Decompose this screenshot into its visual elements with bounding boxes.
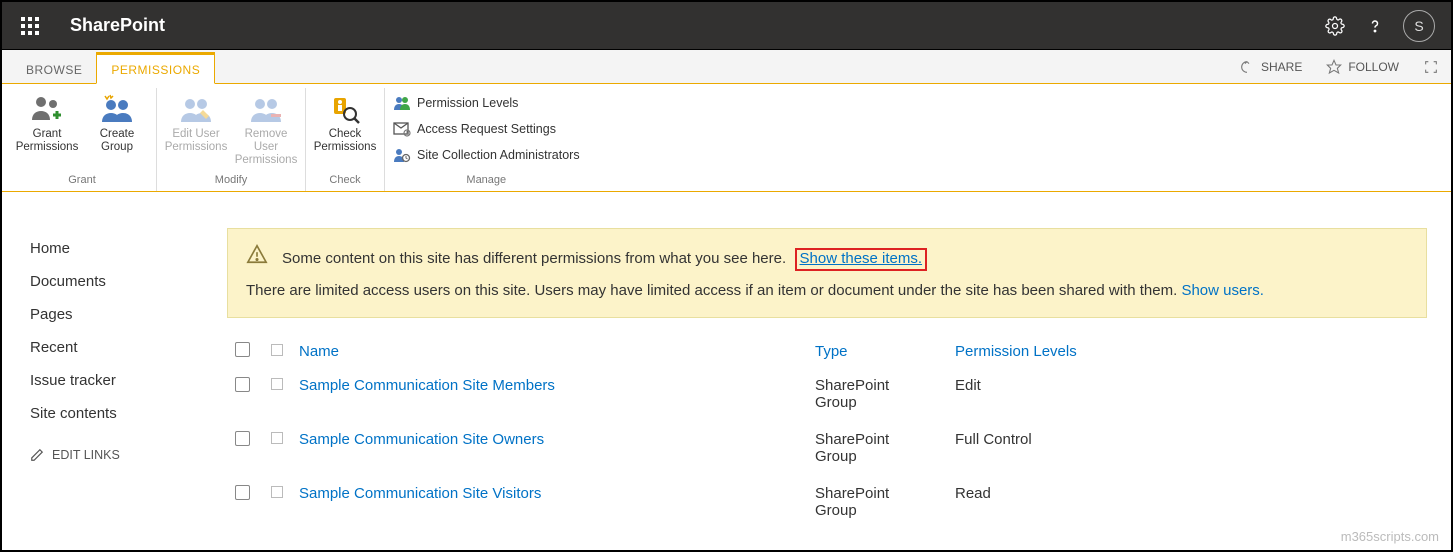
permissions-table: Name Type Permission Levels Sample Commu… xyxy=(227,336,1427,529)
alert-line1-text: Some content on this site has different … xyxy=(282,250,786,267)
table-row: Sample Communication Site Visitors Share… xyxy=(227,475,1427,529)
create-group-label: Create Group xyxy=(100,128,135,154)
edit-links-button[interactable]: EDIT LINKS xyxy=(30,430,207,462)
type-icon-header xyxy=(271,344,283,356)
group-link[interactable]: Sample Communication Site Visitors xyxy=(299,485,541,502)
group-permission: Full Control xyxy=(947,421,1427,475)
share-button[interactable]: SHARE xyxy=(1227,50,1314,83)
follow-button[interactable]: FOLLOW xyxy=(1314,50,1411,83)
nav-home[interactable]: Home xyxy=(30,232,207,265)
grant-permissions-label: Grant Permissions xyxy=(16,128,79,154)
edit-user-icon xyxy=(179,92,213,126)
ribbon-group-grant-label: Grant xyxy=(16,172,148,189)
content-area: Home Documents Pages Recent Issue tracke… xyxy=(2,192,1451,529)
table-row: Sample Communication Site Members ShareP… xyxy=(227,367,1427,421)
access-request-label: Access Request Settings xyxy=(417,122,556,136)
alert-line2-text: There are limited access users on this s… xyxy=(246,282,1177,299)
alert-box: Some content on this site has different … xyxy=(227,228,1427,318)
edit-user-permissions-button[interactable]: Edit User Permissions xyxy=(165,90,227,154)
group-link[interactable]: Sample Communication Site Owners xyxy=(299,431,544,448)
group-permission: Read xyxy=(947,475,1427,529)
site-collection-admins-icon xyxy=(393,146,411,164)
nav-documents[interactable]: Documents xyxy=(30,265,207,298)
grant-permissions-icon xyxy=(30,92,64,126)
avatar-initial: S xyxy=(1414,18,1423,34)
user-avatar[interactable]: S xyxy=(1403,10,1435,42)
pencil-icon xyxy=(30,448,44,462)
check-permissions-button[interactable]: Check Permissions xyxy=(314,90,376,154)
ribbon-group-modify-label: Modify xyxy=(165,172,297,189)
group-icon xyxy=(271,378,283,390)
follow-label: FOLLOW xyxy=(1348,60,1399,74)
row-checkbox[interactable] xyxy=(235,431,250,446)
nav-pages[interactable]: Pages xyxy=(30,298,207,331)
ribbon-group-manage: Permission Levels Access Request Setting… xyxy=(385,88,588,191)
nav-site-contents[interactable]: Site contents xyxy=(30,397,207,430)
left-nav: Home Documents Pages Recent Issue tracke… xyxy=(2,204,227,529)
share-label: SHARE xyxy=(1261,60,1302,74)
remove-user-label: Remove User Permissions xyxy=(235,128,298,168)
permission-levels-label: Permission Levels xyxy=(417,96,518,110)
col-permission-levels[interactable]: Permission Levels xyxy=(947,336,1427,367)
suite-bar: SharePoint S xyxy=(2,2,1451,50)
watermark: m365scripts.com xyxy=(1341,529,1439,544)
nav-recent[interactable]: Recent xyxy=(30,331,207,364)
ribbon-group-check: Check Permissions Check xyxy=(306,88,385,191)
grant-permissions-button[interactable]: Grant Permissions xyxy=(16,90,78,154)
share-icon xyxy=(1239,59,1255,75)
group-type: SharePointGroup xyxy=(807,367,947,421)
site-collection-admins-button[interactable]: Site Collection Administrators xyxy=(393,144,580,166)
ribbon-group-check-label: Check xyxy=(314,172,376,189)
row-checkbox[interactable] xyxy=(235,377,250,392)
access-request-button[interactable]: Access Request Settings xyxy=(393,118,556,140)
tab-browse[interactable]: BROWSE xyxy=(12,55,96,83)
help-icon[interactable] xyxy=(1355,6,1395,46)
group-icon xyxy=(271,432,283,444)
group-type: SharePointGroup xyxy=(807,421,947,475)
col-type[interactable]: Type xyxy=(807,336,947,367)
permission-levels-button[interactable]: Permission Levels xyxy=(393,92,518,114)
edit-user-label: Edit User Permissions xyxy=(165,128,228,154)
show-users-link[interactable]: Show users. xyxy=(1181,282,1264,299)
site-collection-admins-label: Site Collection Administrators xyxy=(417,148,580,162)
show-items-link[interactable]: Show these items. xyxy=(795,248,928,271)
settings-icon[interactable] xyxy=(1315,6,1355,46)
star-icon xyxy=(1326,59,1342,75)
row-checkbox[interactable] xyxy=(235,485,250,500)
group-type: SharePointGroup xyxy=(807,475,947,529)
app-title: SharePoint xyxy=(70,15,165,36)
ribbon-group-grant: Grant Permissions Create Group Grant xyxy=(8,88,157,191)
ribbon: Grant Permissions Create Group Grant Edi… xyxy=(2,84,1451,192)
check-permissions-icon xyxy=(328,92,362,126)
focus-button[interactable] xyxy=(1411,50,1451,83)
create-group-button[interactable]: Create Group xyxy=(86,90,148,154)
remove-user-icon xyxy=(249,92,283,126)
tab-row: BROWSE PERMISSIONS SHARE FOLLOW xyxy=(2,50,1451,84)
app-launcher-icon[interactable] xyxy=(10,6,50,46)
tab-permissions[interactable]: PERMISSIONS xyxy=(96,52,215,84)
access-request-icon xyxy=(393,120,411,138)
main-content: Some content on this site has different … xyxy=(227,204,1451,529)
warning-icon xyxy=(246,243,268,274)
permission-levels-icon xyxy=(393,94,411,112)
create-group-icon xyxy=(100,92,134,126)
ribbon-group-manage-label: Manage xyxy=(393,172,580,189)
group-permission: Edit xyxy=(947,367,1427,421)
check-permissions-label: Check Permissions xyxy=(314,128,377,154)
group-link[interactable]: Sample Communication Site Members xyxy=(299,377,555,394)
table-row: Sample Communication Site Owners SharePo… xyxy=(227,421,1427,475)
select-all-checkbox[interactable] xyxy=(235,342,250,357)
group-icon xyxy=(271,486,283,498)
ribbon-group-modify: Edit User Permissions Remove User Permis… xyxy=(157,88,306,191)
remove-user-permissions-button[interactable]: Remove User Permissions xyxy=(235,90,297,168)
edit-links-label: EDIT LINKS xyxy=(52,448,120,462)
fullscreen-icon xyxy=(1423,59,1439,75)
nav-issue-tracker[interactable]: Issue tracker xyxy=(30,364,207,397)
col-name[interactable]: Name xyxy=(291,336,807,367)
